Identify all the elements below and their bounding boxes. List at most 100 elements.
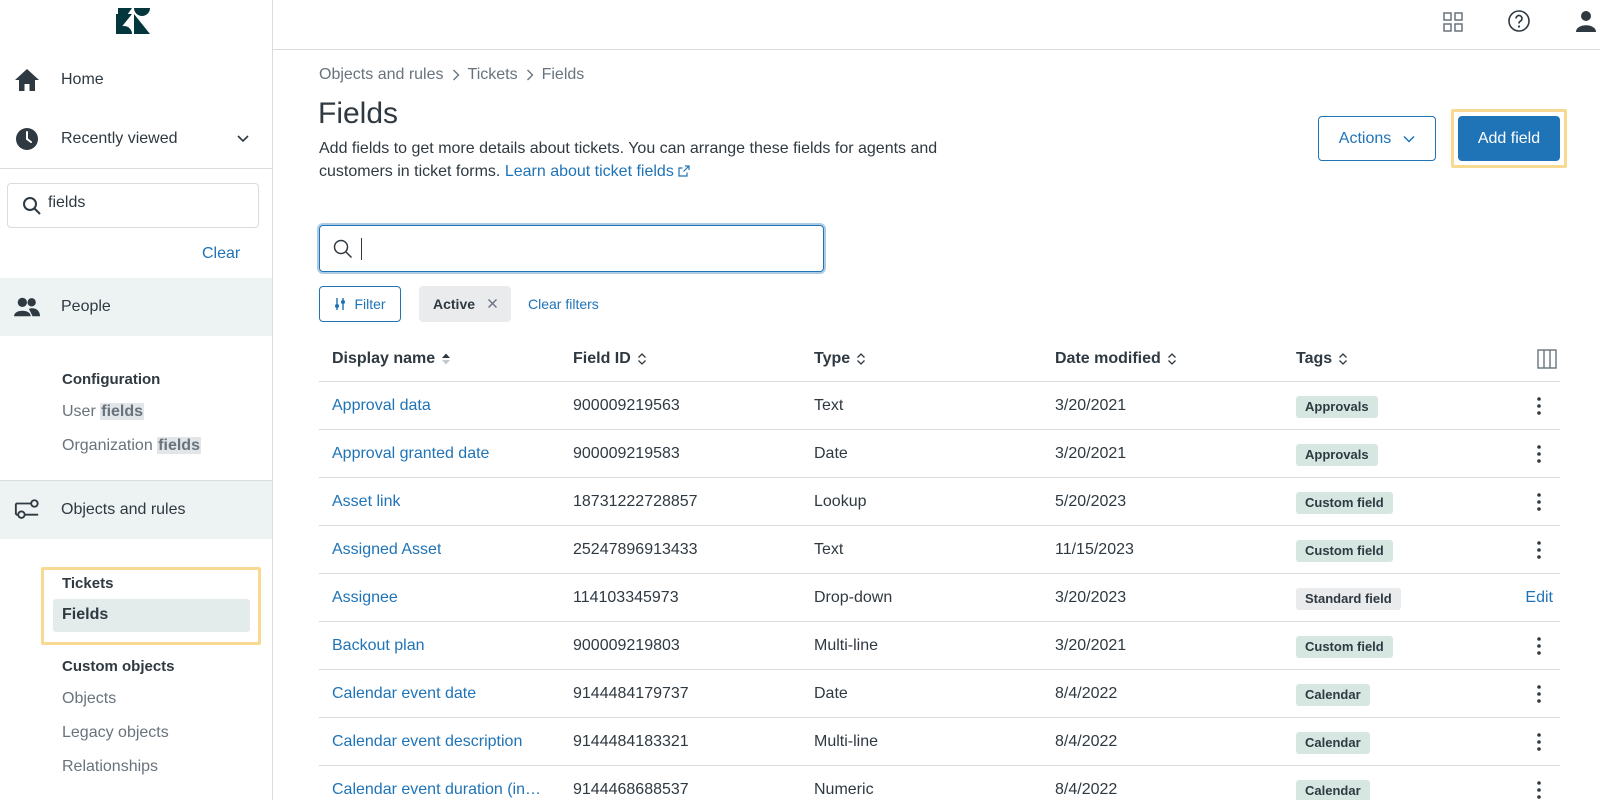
field-type-cell: Drop-down (814, 589, 893, 606)
sort-icon (857, 353, 866, 365)
sidebar-item-objects[interactable]: Objects (62, 690, 116, 708)
table-row: Approval granted date 900009219583 Date 3/2… (319, 430, 1560, 478)
field-type-cell: Text (814, 397, 844, 414)
sidebar-item-legacy-objects[interactable]: Legacy objects (62, 724, 169, 742)
column-header-field-id[interactable]: Field ID (573, 350, 647, 368)
search-icon (23, 197, 41, 215)
field-type-cell: Text (814, 541, 844, 558)
field-id-cell: 25247896913433 (573, 541, 698, 558)
search-highlight: fields (100, 403, 145, 420)
date-modified-cell: 3/20/2021 (1055, 397, 1127, 414)
active-filter-chip[interactable]: Active (419, 286, 511, 322)
field-name-link[interactable]: Approval data (332, 397, 431, 415)
column-header-display-name[interactable]: Display name (332, 350, 451, 368)
learn-link-label: Learn about ticket fields (504, 163, 674, 180)
field-name-link[interactable]: Assigned Asset (332, 541, 441, 559)
field-name-link[interactable]: Backout plan (332, 637, 425, 655)
table-row: Asset link 18731222728857 Lookup 5/20/2023 C… (319, 478, 1560, 526)
chevron-right-icon (452, 69, 460, 81)
more-options-icon[interactable] (1530, 636, 1548, 656)
learn-about-ticket-fields-link[interactable]: Learn about ticket fields (505, 163, 690, 180)
sidebar-item-fields[interactable]: Fields (53, 599, 250, 632)
filter-button-label: Filter (354, 296, 386, 312)
date-modified-cell: 8/4/2022 (1055, 733, 1118, 750)
fields-search[interactable] (319, 225, 824, 272)
field-id-cell: 900009219563 (573, 397, 680, 414)
field-id-cell: 900009219583 (573, 445, 680, 462)
field-name-link[interactable]: Calendar event description (332, 733, 522, 751)
field-type-cell: Lookup (814, 493, 867, 510)
field-type-cell: Multi-line (814, 733, 879, 750)
zendesk-logo[interactable] (116, 8, 150, 34)
clock-icon (14, 126, 40, 152)
more-options-icon[interactable] (1530, 684, 1548, 704)
edit-link[interactable]: Edit (1525, 589, 1553, 607)
nav-objects-and-rules[interactable]: Objects and rules (0, 481, 272, 539)
field-name-link[interactable]: Assignee (332, 589, 398, 607)
org-fields-prefix: Organization (62, 437, 153, 454)
more-options-icon[interactable] (1530, 444, 1548, 464)
field-id-cell: 114103345973 (573, 589, 679, 606)
external-link-icon (678, 165, 690, 177)
table-row: Calendar event description 9144484183321 M… (319, 718, 1560, 766)
sidebar-search[interactable] (7, 183, 259, 228)
date-modified-cell: 3/20/2021 (1055, 445, 1127, 462)
people-icon (14, 294, 40, 320)
tag-badge: Calendar (1296, 684, 1370, 706)
more-options-icon[interactable] (1530, 732, 1548, 752)
date-modified-cell: 11/15/2023 (1055, 541, 1134, 558)
help-icon[interactable] (1508, 10, 1530, 32)
custom-objects-heading: Custom objects (62, 658, 175, 675)
close-icon[interactable] (487, 298, 498, 309)
date-modified-cell: 3/20/2021 (1055, 637, 1127, 654)
clear-search-link[interactable]: Clear (202, 245, 240, 263)
text-cursor (361, 238, 362, 260)
fields-search-input[interactable] (360, 237, 800, 257)
breadcrumb-objects-and-rules[interactable]: Objects and rules (319, 66, 444, 84)
field-id-cell: 9144468688537 (573, 781, 689, 798)
more-options-icon[interactable] (1530, 540, 1548, 560)
fields-table: Display name Field ID Type Date modified… (319, 337, 1560, 800)
more-options-icon[interactable] (1530, 396, 1548, 416)
table-row: Calendar event duration (in… 914446868853… (319, 766, 1560, 800)
field-name-link[interactable]: Calendar event duration (in… (332, 781, 541, 799)
nav-recently-viewed-label: Recently viewed (61, 130, 178, 147)
column-header-type[interactable]: Type (814, 350, 866, 368)
sort-icon (1167, 353, 1176, 365)
apps-grid-icon[interactable] (1442, 11, 1464, 33)
columns-icon[interactable] (1537, 349, 1557, 369)
table-row: Approval data 900009219563 Text 3/20/2021 Ap… (319, 382, 1560, 430)
user-avatar-icon[interactable] (1575, 10, 1597, 32)
field-name-link[interactable]: Asset link (332, 493, 400, 511)
home-icon (14, 67, 40, 93)
column-header-label: Tags (1296, 350, 1333, 367)
add-field-button[interactable]: Add field (1458, 116, 1560, 161)
filter-button[interactable]: Filter (319, 286, 401, 322)
chevron-down-icon[interactable] (236, 132, 250, 146)
sidebar-search-input[interactable] (48, 194, 248, 212)
field-name-link[interactable]: Approval granted date (332, 445, 489, 463)
tickets-heading: Tickets (62, 575, 114, 592)
nav-home[interactable]: Home (0, 51, 272, 109)
field-id-cell: 9144484183321 (573, 733, 689, 750)
active-filter-chip-label: Active (433, 296, 476, 312)
breadcrumb-tickets[interactable]: Tickets (468, 66, 518, 84)
nav-people[interactable]: People (0, 278, 272, 336)
sidebar-item-fields-label: Fields (62, 606, 109, 623)
table-row: Assigned Asset 25247896913433 Text 11/15/20… (319, 526, 1560, 574)
column-header-tags[interactable]: Tags (1296, 350, 1348, 368)
actions-button[interactable]: Actions (1318, 116, 1436, 161)
sidebar-item-user-fields[interactable]: User fields (62, 403, 145, 421)
sidebar-item-organization-fields[interactable]: Organization fields (62, 437, 201, 455)
column-header-date-modified[interactable]: Date modified (1055, 350, 1177, 368)
search-icon (333, 239, 353, 259)
user-fields-prefix: User (62, 403, 96, 420)
field-type-cell: Multi-line (814, 637, 879, 654)
more-options-icon[interactable] (1530, 780, 1548, 800)
date-modified-cell: 8/4/2022 (1055, 685, 1118, 702)
clear-filters-link[interactable]: Clear filters (528, 296, 599, 312)
nav-recently-viewed[interactable]: Recently viewed (0, 110, 272, 168)
field-name-link[interactable]: Calendar event date (332, 685, 476, 703)
sidebar-item-relationships[interactable]: Relationships (62, 758, 158, 776)
more-options-icon[interactable] (1530, 492, 1548, 512)
